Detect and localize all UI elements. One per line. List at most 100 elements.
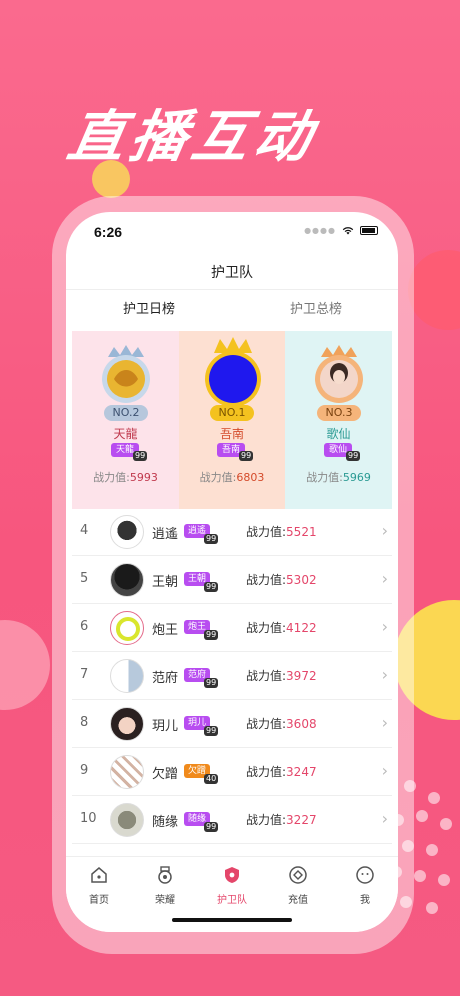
power-text: 战力值:3608: [246, 715, 317, 732]
tag-level: 99: [204, 630, 219, 640]
podium-power-value: 6803: [236, 471, 265, 484]
rank-number: 5: [80, 571, 89, 586]
wifi-icon: [342, 227, 354, 235]
power-value: 3608: [286, 717, 317, 731]
power-text: 战力值:4122: [246, 619, 317, 636]
list-item[interactable]: 10 随缘 随缘 99 战力值:3227 ›: [72, 796, 392, 844]
rank-plate-no1: NO.1: [210, 405, 254, 421]
rank-plate-no3: NO.3: [317, 405, 361, 421]
avatar: [110, 515, 144, 549]
podium-power: 战力值:5993: [72, 469, 179, 485]
tab-recharge[interactable]: 充值: [273, 865, 323, 906]
power-value: 3227: [286, 813, 317, 827]
user-name: 逍遙: [152, 527, 179, 542]
silver-crown-emblem: [102, 345, 150, 403]
avatar: [110, 659, 144, 693]
status-icons: ●●●●: [304, 226, 378, 235]
podium-level: 99: [133, 451, 148, 461]
user-name: 随缘: [152, 815, 179, 830]
decor-peach-circle: [0, 620, 50, 710]
podium-second[interactable]: NO.2 天龍 天龍 99 战力值:5993: [72, 331, 179, 509]
podium-power: 战力值:5969: [285, 469, 392, 485]
power-value: 5521: [286, 525, 317, 539]
power-label: 战力值:: [246, 621, 287, 635]
profile-icon: [356, 866, 374, 884]
nav-bar: 护卫队: [66, 252, 398, 290]
tab-label: 我: [360, 895, 370, 906]
podium-first[interactable]: NO.1 吾南 吾南 99 战力值:6803: [179, 331, 285, 509]
status-bar: 6:26 ●●●●: [66, 212, 398, 252]
power-text: 战力值:3227: [246, 811, 317, 828]
podium-third[interactable]: NO.3 歌仙 歌仙 99 战力值:5969: [285, 331, 392, 509]
tab-total[interactable]: 护卫总榜: [290, 298, 342, 317]
signal-icon: ●●●●: [304, 226, 336, 235]
tab-label: 首页: [89, 895, 109, 906]
shield-icon: [225, 867, 239, 883]
power-label: 战力值:: [246, 717, 287, 731]
podium-power-label: 战力值:: [199, 471, 237, 484]
power-text: 战力值:5302: [246, 571, 317, 588]
podium-level: 99: [346, 451, 361, 461]
power-label: 战力值:: [246, 669, 287, 683]
podium-name: 歌仙: [326, 427, 351, 441]
chevron-right-icon: ›: [381, 761, 388, 780]
rank-tabs: 护卫日榜 护卫总榜: [66, 294, 398, 328]
chevron-right-icon: ›: [381, 713, 388, 732]
bronze-crown-emblem: [315, 345, 363, 403]
power-value: 5302: [286, 573, 317, 587]
list-item[interactable]: 6 炮王 炮王 99 战力值:4122 ›: [72, 604, 392, 652]
list-item[interactable]: 4 逍遙 逍遙 99 战力值:5521 ›: [72, 508, 392, 556]
tab-daily[interactable]: 护卫日榜: [123, 298, 175, 317]
rank-number: 4: [80, 523, 89, 538]
tab-guard[interactable]: 护卫队: [207, 865, 257, 906]
power-text: 战力值:5521: [246, 523, 317, 540]
list-item[interactable]: 7 范府 范府 99 战力值:3972 ›: [72, 652, 392, 700]
rank-list: 4 逍遙 逍遙 99 战力值:5521 › 5 王朝 王朝 99 战力值:530…: [72, 508, 392, 844]
page-title: 护卫队: [211, 265, 253, 281]
promo-stage: 直播互动 6:26 ●●●● 护卫队 护卫日榜 护卫总榜 NO.2 天龍 天龍 …: [0, 0, 460, 996]
medal-icon: [158, 866, 172, 884]
power-label: 战力值:: [246, 525, 287, 539]
rank-number: 9: [80, 763, 89, 778]
list-item[interactable]: 5 王朝 王朝 99 战力值:5302 ›: [72, 556, 392, 604]
tag-level: 99: [204, 726, 219, 736]
tab-home[interactable]: 首页: [74, 865, 124, 906]
gold-crown-emblem: [205, 337, 261, 407]
rank-number: 6: [80, 619, 89, 634]
avatar: [110, 803, 144, 837]
user-name: 范府: [152, 671, 179, 686]
user-name: 王朝: [152, 575, 179, 590]
cannon-avatar-icon: [116, 617, 140, 641]
tag-level: 99: [204, 822, 219, 832]
podium-power-value: 5969: [342, 471, 371, 484]
podium-name: 吾南: [219, 427, 244, 441]
chevron-right-icon: ›: [381, 569, 388, 588]
podium-level: 99: [239, 451, 254, 461]
home-indicator: [172, 918, 292, 922]
rank-number: 8: [80, 715, 89, 730]
promo-headline: 直播互动: [62, 105, 323, 170]
power-label: 战力值:: [246, 813, 287, 827]
tab-label: 护卫队: [217, 895, 247, 906]
podium-power: 战力值:6803: [179, 469, 285, 485]
chevron-right-icon: ›: [381, 665, 388, 684]
rank-number: 10: [80, 811, 97, 826]
power-value: 4122: [286, 621, 317, 635]
podium-power-label: 战力值:: [93, 471, 130, 484]
avatar: [110, 611, 144, 645]
tab-label: 充值: [288, 895, 308, 906]
status-time: 6:26: [94, 224, 123, 240]
podium-power-value: 5993: [129, 471, 158, 484]
power-label: 战力值:: [246, 765, 287, 779]
rank-plate-no2: NO.2: [104, 405, 148, 421]
power-text: 战力值:3972: [246, 667, 317, 684]
list-item[interactable]: 8 玥儿 玥儿 99 战力值:3608 ›: [72, 700, 392, 748]
chevron-right-icon: ›: [381, 617, 388, 636]
tag-level: 40: [204, 774, 219, 784]
tab-me[interactable]: 我: [340, 865, 390, 906]
user-name: 炮王: [152, 623, 179, 638]
list-item[interactable]: 9 欠蹭 欠蹭 40 战力值:3247 ›: [72, 748, 392, 796]
power-value: 3972: [286, 669, 317, 683]
chevron-right-icon: ›: [381, 521, 388, 540]
tab-honor[interactable]: 荣耀: [140, 865, 190, 906]
